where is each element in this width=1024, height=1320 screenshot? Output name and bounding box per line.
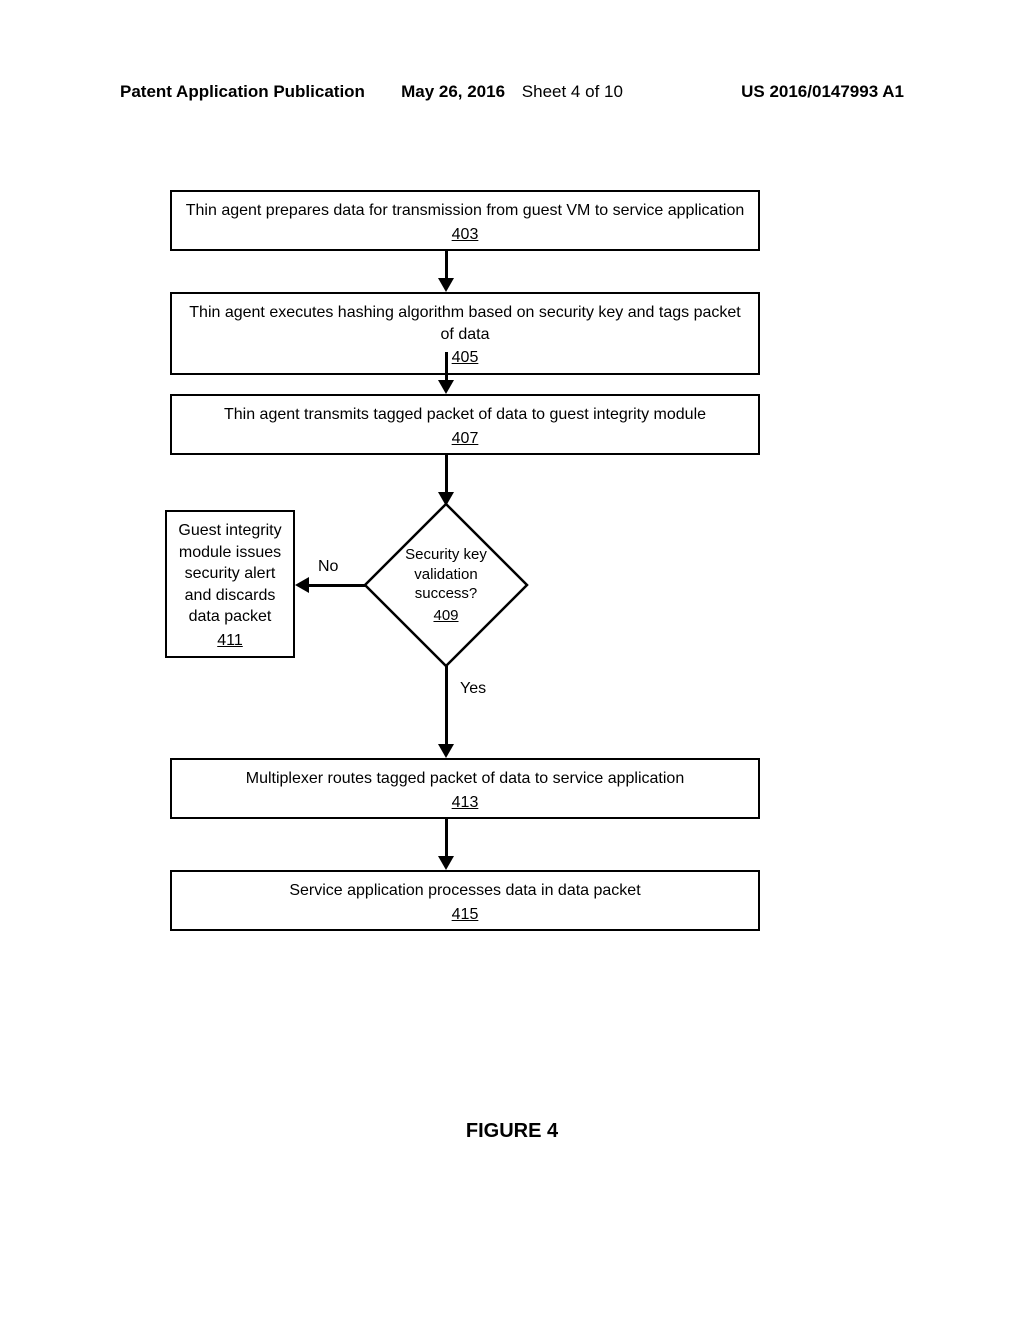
step-ref: 415 bbox=[452, 904, 479, 926]
arrow-line bbox=[445, 818, 448, 858]
step-413: Multiplexer routes tagged packet of data… bbox=[170, 758, 760, 819]
header-sheet: Sheet 4 of 10 bbox=[522, 82, 623, 101]
step-ref: 411 bbox=[217, 630, 243, 652]
edge-yes-label: Yes bbox=[460, 680, 486, 698]
edge-no-label: No bbox=[318, 558, 338, 576]
step-405: Thin agent executes hashing algorithm ba… bbox=[170, 292, 760, 375]
decision-ref: 409 bbox=[433, 606, 458, 626]
step-407: Thin agent transmits tagged packet of da… bbox=[170, 394, 760, 455]
step-ref: 407 bbox=[452, 428, 479, 450]
arrow-down-icon bbox=[438, 380, 454, 394]
step-ref: 405 bbox=[452, 347, 479, 369]
step-411: Guest integrity module issues security a… bbox=[165, 510, 295, 658]
arrow-down-icon bbox=[438, 856, 454, 870]
figure-caption: FIGURE 4 bbox=[0, 1120, 1024, 1143]
step-text: Guest integrity module issues security a… bbox=[177, 520, 283, 628]
arrow-left-icon bbox=[295, 577, 309, 593]
arrow-line bbox=[445, 454, 448, 494]
arrow-line bbox=[445, 250, 448, 280]
decision-text: Security key validation success? bbox=[381, 545, 511, 604]
header-date: May 26, 2016 bbox=[401, 82, 505, 101]
arrow-line bbox=[308, 584, 366, 587]
step-415: Service application processes data in da… bbox=[170, 870, 760, 931]
header-right: US 2016/0147993 A1 bbox=[741, 82, 904, 102]
step-ref: 413 bbox=[452, 792, 479, 814]
step-text: Multiplexer routes tagged packet of data… bbox=[182, 768, 748, 790]
step-text: Service application processes data in da… bbox=[182, 880, 748, 902]
step-403: Thin agent prepares data for transmissio… bbox=[170, 190, 760, 251]
arrow-down-icon bbox=[438, 744, 454, 758]
step-text: Thin agent executes hashing algorithm ba… bbox=[182, 302, 748, 345]
step-text: Thin agent prepares data for transmissio… bbox=[182, 200, 748, 222]
arrow-line bbox=[445, 666, 448, 746]
arrow-line bbox=[445, 352, 448, 382]
decision-409: Security key validation success? 409 bbox=[361, 500, 531, 670]
arrow-down-icon bbox=[438, 278, 454, 292]
step-text: Thin agent transmits tagged packet of da… bbox=[182, 404, 748, 426]
flowchart: Thin agent prepares data for transmissio… bbox=[90, 150, 890, 1250]
step-ref: 403 bbox=[452, 224, 479, 246]
